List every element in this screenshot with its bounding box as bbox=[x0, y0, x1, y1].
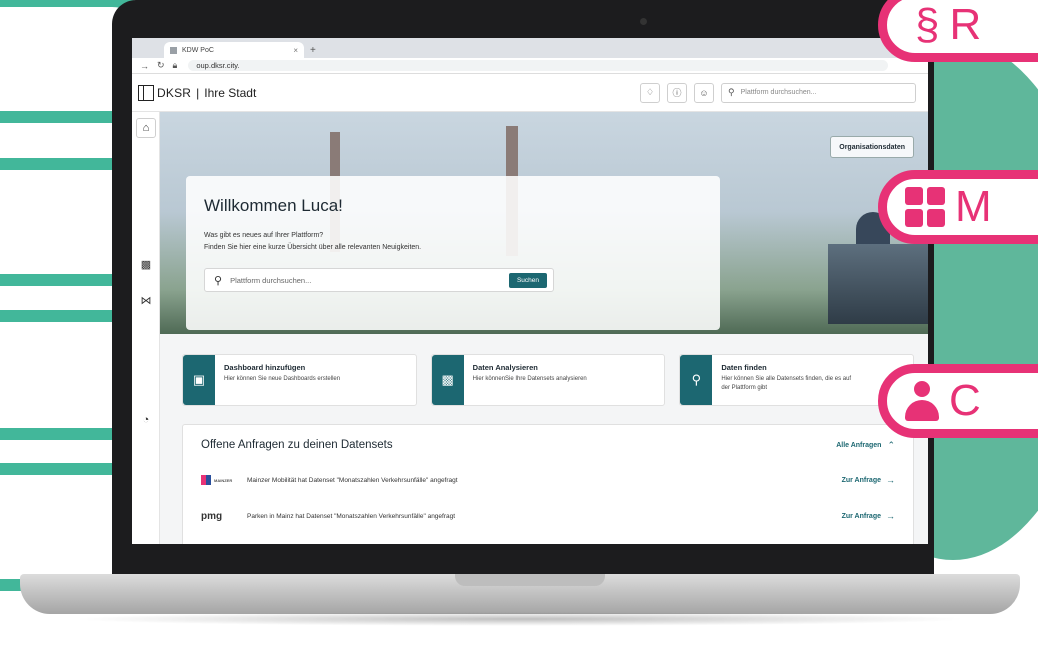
welcome-description: Finden Sie hier eine kurze Übersicht übe… bbox=[204, 244, 422, 251]
hero-banner: Organisationsdaten Willkommen Luca! Was … bbox=[160, 112, 928, 334]
browser-tabbar: KDW PoC × + bbox=[132, 38, 928, 58]
grid-icon bbox=[905, 187, 945, 227]
favicon-icon bbox=[170, 46, 177, 54]
request-text: Parken in Mainz hat Datenset "Monatszahl… bbox=[247, 512, 456, 520]
home-icon[interactable]: ⌂ bbox=[136, 118, 156, 138]
address-bar: → ↻ 🔒︎ oup.dksr.city. bbox=[132, 58, 928, 74]
url-field[interactable]: oup.dksr.city. bbox=[188, 60, 889, 71]
open-request-link[interactable]: Zur Anfrage bbox=[842, 477, 881, 484]
forward-icon[interactable]: → bbox=[140, 61, 149, 71]
laptop-notch bbox=[455, 574, 605, 586]
gauge-icon[interactable]: ◔ bbox=[136, 410, 156, 430]
welcome-title: Willkommen Luca! bbox=[204, 196, 343, 215]
open-request-link[interactable]: Zur Anfrage bbox=[842, 513, 881, 520]
open-requests-panel: Offene Anfragen zu deinen Datensets Alle… bbox=[182, 424, 914, 544]
user-icon[interactable]: ☺ bbox=[694, 82, 714, 103]
search-icon: ⚲ bbox=[680, 355, 713, 405]
action-title: Dashboard hinzufügen bbox=[224, 363, 306, 372]
main-content: Organisationsdaten Willkommen Luca! Was … bbox=[160, 112, 928, 544]
request-row: pmg Parken in Mainz hat Datenset "Monats… bbox=[201, 503, 895, 529]
requests-title: Offene Anfragen zu deinen Datensets bbox=[201, 439, 393, 451]
requests-header: Offene Anfragen zu deinen Datensets Alle… bbox=[201, 439, 895, 451]
pmg-logo: pmg bbox=[201, 510, 223, 522]
search-button[interactable]: Suchen bbox=[508, 272, 547, 288]
city-name: Ihre Stadt bbox=[204, 85, 257, 100]
glass-building bbox=[828, 244, 928, 324]
header-search-input[interactable]: ⚲ Plattform durchsuchen... bbox=[721, 82, 916, 103]
organisation-data-button[interactable]: Organisationsdaten bbox=[830, 136, 914, 158]
marketing-stage: KDW PoC × + → ↻ 🔒︎ oup.dksr.city. DKSR |… bbox=[0, 0, 1038, 648]
bar-chart-icon: ▩ bbox=[431, 355, 464, 405]
arrow-right-icon[interactable]: → bbox=[886, 511, 895, 521]
search-icon: ⚲ bbox=[214, 274, 223, 287]
pill-text: C bbox=[949, 376, 981, 425]
person-icon bbox=[905, 381, 939, 421]
action-title: Daten Analysieren bbox=[472, 363, 538, 372]
action-card-dashboard[interactable]: ▣ Dashboard hinzufügen Hier können Sie n… bbox=[182, 354, 417, 406]
app-body: ⌂ ▩ ⋈ ◔ Organisationsdaten Willkommen Lu… bbox=[132, 112, 928, 544]
lock-icon: 🔒︎ bbox=[172, 60, 178, 70]
welcome-subtitle: Was gibt es neues auf Ihrer Plattform? bbox=[204, 232, 324, 239]
pink-pill-paragraph: § R bbox=[878, 0, 1038, 62]
action-title: Daten finden bbox=[721, 363, 767, 372]
connection-icon[interactable]: ⋈ bbox=[136, 290, 156, 310]
action-card-analyse[interactable]: ▩ Daten Analysieren Hier könnenSie Ihre … bbox=[430, 354, 666, 406]
brand-name: DKSR bbox=[157, 85, 192, 100]
mainzer-mobilitaet-logo: MAINZER bbox=[201, 475, 247, 485]
platform-search-input[interactable]: ⚲ Plattform durchsuchen... Suchen bbox=[204, 268, 554, 292]
welcome-card: Willkommen Luca! Was gibt es neues auf I… bbox=[186, 176, 720, 330]
action-description: Hier können Sie alle Datensets finden, d… bbox=[721, 376, 852, 391]
tab-title: KDW PoC bbox=[182, 46, 214, 54]
platform-search-placeholder: Plattform durchsuchen... bbox=[230, 275, 312, 285]
pill-text: M bbox=[955, 182, 992, 231]
header-search-placeholder: Plattform durchsuchen... bbox=[740, 89, 817, 96]
bell-icon[interactable]: ♢ bbox=[640, 82, 660, 103]
sidebar: ⌂ ▩ ⋈ ◔ bbox=[132, 112, 160, 544]
app-screen: KDW PoC × + → ↻ 🔒︎ oup.dksr.city. DKSR |… bbox=[132, 38, 928, 544]
brand-separator: | bbox=[196, 85, 200, 100]
laptop-shadow bbox=[70, 612, 970, 626]
pink-pill-modules: M bbox=[878, 170, 1038, 244]
close-icon[interactable]: × bbox=[293, 46, 298, 55]
bar-chart-icon[interactable]: ▩ bbox=[136, 254, 156, 274]
pill-text: R bbox=[949, 0, 982, 49]
request-row: MAINZER Mainzer Mobilität hat Datenset "… bbox=[201, 467, 895, 493]
search-icon: ⚲ bbox=[728, 87, 735, 97]
quick-actions: ▣ Dashboard hinzufügen Hier können Sie n… bbox=[182, 354, 915, 406]
all-requests-link[interactable]: Alle Anfragen bbox=[836, 442, 881, 449]
browser-tab[interactable]: KDW PoC × bbox=[164, 42, 304, 58]
header-actions: ♢ ⓘ ☺ ⚲ Plattform durchsuchen... bbox=[640, 82, 916, 103]
info-icon[interactable]: ⓘ bbox=[667, 82, 687, 103]
chevron-up-icon[interactable]: ⌃ bbox=[887, 440, 895, 451]
request-text: Mainzer Mobilität hat Datenset "Monatsza… bbox=[247, 476, 458, 484]
camera-dot bbox=[640, 18, 647, 25]
new-tab-button[interactable]: + bbox=[310, 45, 316, 56]
action-description: Hier können Sie neue Dashboards erstelle… bbox=[224, 376, 341, 382]
layout-icon: ▣ bbox=[183, 355, 215, 405]
action-description: Hier könnenSie Ihre Datensets analysiere… bbox=[472, 376, 587, 382]
dksr-logo-icon bbox=[138, 84, 154, 101]
arrow-right-icon[interactable]: → bbox=[886, 475, 895, 485]
pink-pill-person: C bbox=[878, 364, 1038, 438]
app-header: DKSR | Ihre Stadt ♢ ⓘ ☺ ⚲ Plattform durc… bbox=[132, 74, 928, 112]
reload-icon[interactable]: ↻ bbox=[157, 60, 165, 71]
paragraph-icon: § bbox=[915, 0, 940, 49]
